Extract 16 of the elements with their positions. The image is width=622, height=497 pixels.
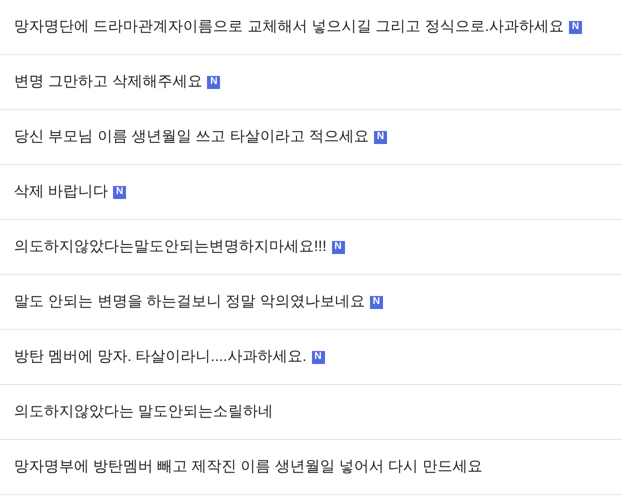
- new-badge: N: [332, 240, 345, 254]
- post-title-link[interactable]: 당신 부모님 이름 생년월일 쓰고 타살이라고 적으세요: [14, 126, 370, 148]
- post-title-link[interactable]: 의도하지않았다는말도안되는변명하지마세요!!!: [14, 236, 327, 258]
- post-title-link[interactable]: 변명 그만하고 삭제해주세요: [14, 70, 202, 94]
- post-title-link[interactable]: 망자명단에 드라마관계자이름으로 교체해서 넣으시길 그리고 정식으로.사과하세요: [14, 16, 564, 38]
- post-title-link[interactable]: 삭제 바랍니다: [14, 180, 108, 204]
- new-badge: N: [569, 20, 582, 34]
- new-badge: N: [207, 76, 220, 88]
- post-title-link[interactable]: 망자명부에 방탄멤버 빼고 제작진 이름 생년월일 넣어서 다시 만드세요: [14, 456, 482, 478]
- post-title-link[interactable]: 말도 안되는 변명을 하는걸보니 정말 악의였나보네요: [14, 290, 365, 314]
- new-badge: N: [370, 296, 383, 308]
- new-badge: N: [113, 186, 126, 198]
- post-title-link[interactable]: 의도하지않았다는 말도안되는소릴하네: [14, 400, 274, 424]
- new-badge: N: [374, 130, 388, 144]
- post-title-link[interactable]: 방탄 멤버에 망자. 타살이라니....사과하세요.: [14, 346, 307, 368]
- new-badge: N: [312, 350, 325, 364]
